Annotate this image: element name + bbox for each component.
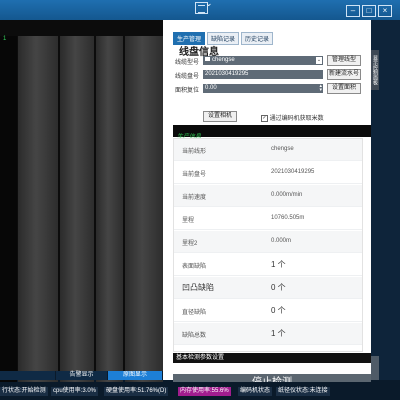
info-key: 里程2 [182,241,198,247]
info-value: 0.000m/min [271,192,303,198]
stepper-arrows-icon[interactable]: ▴ ▾ [319,84,322,93]
area-reset-stepper[interactable]: 0.00 ▴ ▾ [203,84,323,93]
info-row: 当前速度 0.000m/min [174,185,362,207]
info-row: 表面缺陷 1 个 [174,254,362,276]
viewer-tabs: 告警显示 原图显示 [0,371,163,380]
chevron-down-icon[interactable]: ⌄ [205,0,213,9]
camera-column [96,36,123,390]
info-row: 里程 10760.505m [174,208,362,230]
info-key: 缺陷总数 [182,333,207,339]
reel-label: 线缆盘号 [175,74,200,80]
checkbox-icon[interactable]: ✓ [261,114,268,122]
info-value: 0 个 [271,306,286,315]
info-value: 1 个 [271,329,286,338]
folder-icon [205,57,210,62]
info-row: 直径缺陷 0 个 [174,300,362,322]
camera-column [125,36,163,390]
camera-settings-button[interactable]: 设置相机 [203,111,237,122]
set-area-button[interactable]: 设置面积 [327,83,361,94]
type-label: 线缆型号 [175,60,200,66]
status-encoder: 编码机状态 [238,387,273,396]
camera-marker: 1 [3,36,7,42]
window-controls: – □ × [346,5,392,17]
info-row: 凹凸缺陷 0 个 [174,277,362,299]
new-serial-button[interactable]: 新建流水号 [327,69,361,80]
info-value: 0.000m [271,238,292,244]
camera-column-dark [0,36,17,390]
viewer-tab-original[interactable]: 原图显示 [108,371,163,380]
tab-history[interactable]: 历史记录 [241,32,274,45]
camera-view: 1 [0,20,163,390]
info-key: 当前盘号 [182,172,207,178]
info-key: 凹凸缺陷 [182,283,214,292]
status-cpu: cpu使用率:3.0% [51,387,99,396]
viewer-tab-1[interactable] [0,371,56,380]
control-panel: 生产管理 缺陷记录 历史记录 线盘信息 线缆型号 chengse ⌄ 管理线型 … [163,20,371,391]
side-panel-toggle[interactable]: 显示控制面板 [371,50,379,90]
status-detection: 行状态:开始检测 [0,387,48,396]
minimize-button[interactable]: – [346,5,360,17]
status-diameter-gauge: 纸径仪状态:未连接 [276,387,330,396]
info-key: 表面缺陷 [182,264,207,270]
production-info-table: 当前线形 chengse 当前盘号 2021030419295 当前速度 0.0… [173,138,363,352]
status-memory: 内存使用率:55.6% [178,387,231,396]
info-key: 直径缺陷 [182,310,207,316]
camera-column [60,36,94,390]
info-row: 里程2 0.000m [174,231,362,253]
camera-column [18,36,58,390]
side-handle[interactable] [371,356,379,380]
info-value: chengse [271,146,294,152]
maximize-button[interactable]: □ [362,5,376,17]
manage-cable-type-button[interactable]: 管理线型 [327,55,361,66]
info-value: 1 个 [271,260,286,269]
info-row: 当前盘号 2021030419295 [174,162,362,184]
dropdown-icon[interactable]: ⌄ [316,57,322,64]
basic-settings-bar[interactable]: 基本检测参数设置 [173,353,371,363]
info-key: 里程 [182,218,195,224]
production-header-bar [173,125,371,137]
info-key: 当前速度 [182,195,207,201]
info-value: 10760.505m [271,215,305,221]
reel-number-field[interactable]: 2021030419295 [203,70,323,79]
viewer-tab-alarm[interactable]: 告警显示 [55,371,109,380]
reset-label: 面积复位 [175,88,200,94]
encoder-meter-checkbox[interactable]: ✓ 通过编码机获取米数 [261,113,324,122]
close-button[interactable]: × [378,5,392,17]
info-row: 当前线形 chengse [174,139,362,161]
encoder-meter-label: 通过编码机获取米数 [269,116,324,122]
info-key: 当前线形 [182,149,207,155]
info-value: 2021030419295 [271,169,315,175]
cable-type-select[interactable]: chengse ⌄ [203,56,323,65]
info-row: 缺陷总数 1 个 [174,323,362,345]
right-side-strip: 显示控制面板 [371,20,400,380]
cable-type-value: chengse [212,57,235,63]
title-bar: ⌄ – □ × [0,0,400,20]
status-disk: 硬盘使用率:51.76%(D) [104,387,169,396]
info-value: 0 个 [271,283,286,292]
status-bar: 行状态:开始检测 cpu使用率:3.0% 硬盘使用率:51.76%(D) 内存使… [0,382,400,400]
area-reset-value: 0.00 [205,85,217,91]
